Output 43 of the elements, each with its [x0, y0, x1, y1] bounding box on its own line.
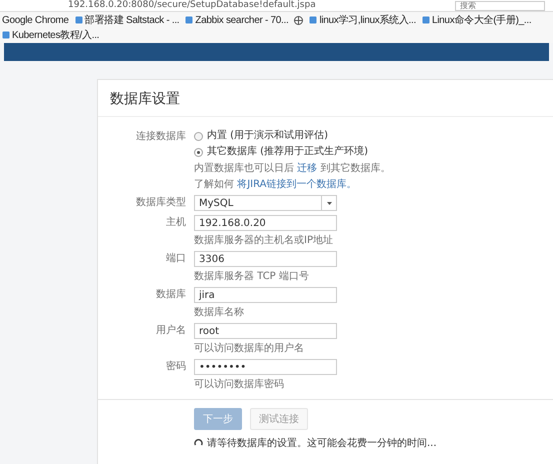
bookmark[interactable]: Zabbix searcher - 70... [185, 14, 288, 26]
page-icon [309, 16, 318, 24]
bookmark[interactable]: Linux命令大全(手册)_... [422, 13, 532, 27]
page-icon [185, 16, 194, 24]
spinner-icon [194, 438, 203, 448]
caret-icon [326, 202, 332, 204]
select-field[interactable]: MySQL [194, 195, 337, 211]
status-text: 请等待数据库的设置。这可能会花费一分钟的时间... [207, 436, 437, 450]
help-text: 了解如何 将JIRA链接到一个数据库。 [194, 178, 358, 191]
page-icon [422, 16, 430, 24]
help-text: 可以访问数据库的用户名 [194, 342, 305, 355]
field-label: 用户名 [155, 324, 186, 338]
address-bar[interactable]: 192.168.0.20:8080/secure/SetupDatabase!default.jspa [68, 0, 447, 11]
help-text: 数据库服务器的主机名或IP地址 [194, 234, 334, 247]
radio-option[interactable]: 其它数据库 (推荐用于正式生产环境) [194, 145, 553, 159]
page-icon [74, 16, 83, 24]
help-text: 可以访问数据库密码 [194, 378, 285, 391]
help-link[interactable]: 迁移 [297, 163, 318, 174]
input-field[interactable]: 3306 [194, 251, 337, 267]
help-text: 数据库服务器 TCP 端口号 [194, 270, 310, 283]
help-link[interactable]: 将JIRA链接到一个数据库。 [237, 179, 356, 190]
field-label: 连接数据库 [135, 130, 186, 144]
field-label: 数据库类型 [135, 196, 186, 210]
password-field[interactable]: •••••••• [194, 359, 337, 375]
bookmark[interactable]: 部署搭建 Saltstack - ... [74, 13, 180, 27]
input-field[interactable]: jira [194, 287, 337, 303]
input-field[interactable]: root [194, 323, 337, 339]
bookmark[interactable] [294, 16, 304, 24]
search-field[interactable]: 搜索 [455, 0, 545, 10]
field-label: 主机 [165, 216, 186, 230]
bookmark[interactable]: linux学习,linux系统入... [309, 13, 416, 27]
field-label: 密码 [165, 360, 186, 374]
globe-icon [294, 16, 304, 24]
field-label: 数据库 [155, 288, 186, 302]
help-text: 数据库名称 [194, 306, 245, 319]
page-icon [2, 31, 10, 39]
field-label: 端口 [165, 252, 186, 266]
help-text: 内置数据库也可以日后 迁移 到其它数据库。 [194, 162, 392, 175]
radio-option[interactable]: 内置 (用于演示和试用评估) [194, 129, 553, 143]
bookmark[interactable]: Google Chrome [2, 14, 69, 26]
input-field[interactable]: 192.168.0.20 [194, 215, 337, 231]
page-title: 数据库设置 [98, 80, 553, 117]
bookmark[interactable]: Kubernetes教程/入... [2, 28, 100, 42]
